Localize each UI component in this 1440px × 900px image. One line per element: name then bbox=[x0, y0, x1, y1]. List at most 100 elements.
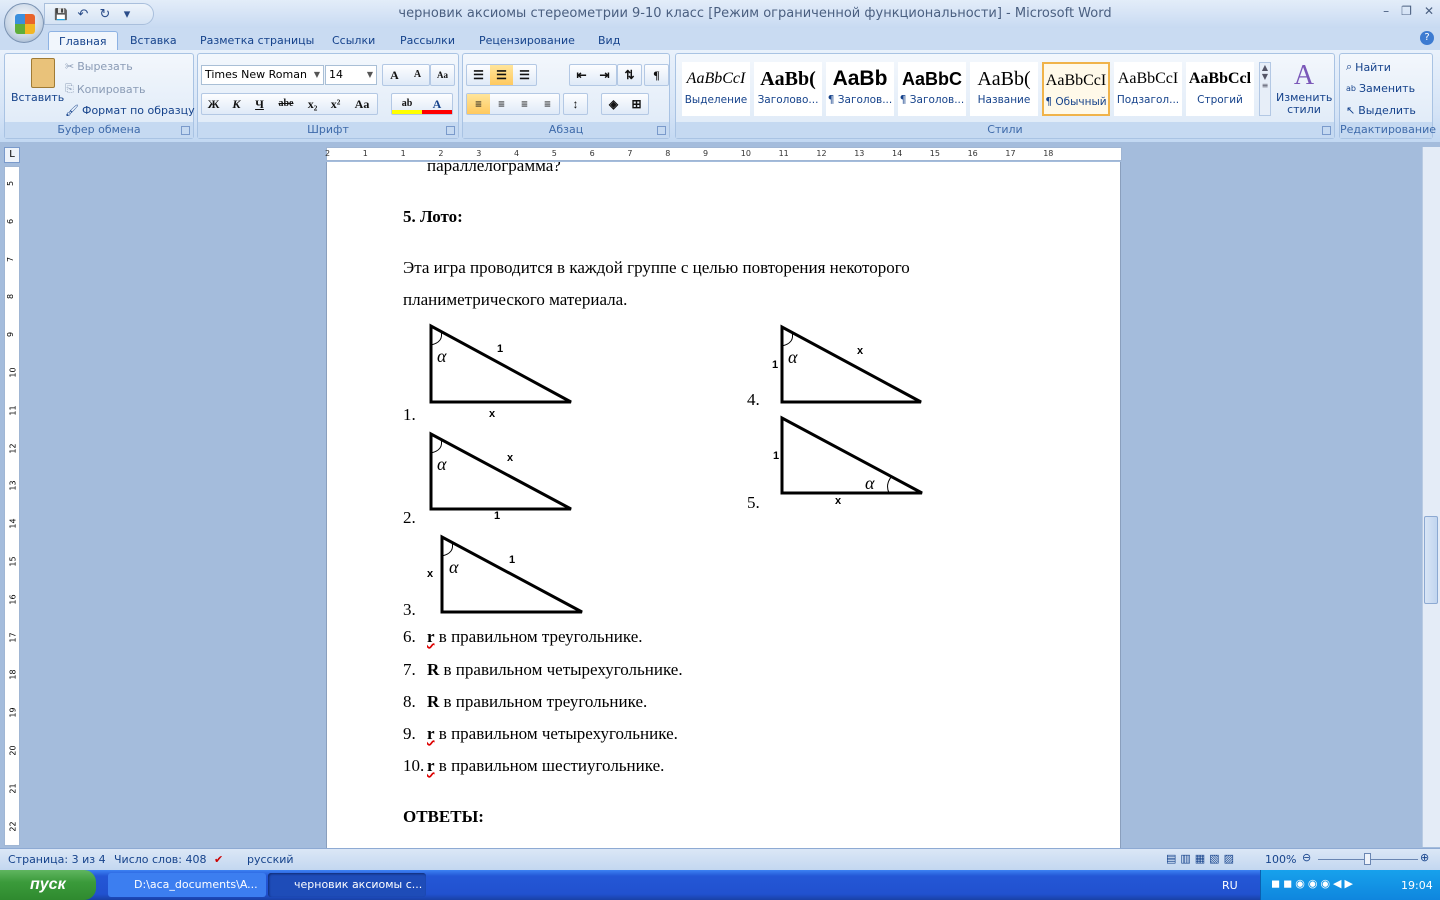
tab-view[interactable]: Вид bbox=[588, 31, 630, 50]
paragraph-launcher[interactable] bbox=[657, 126, 666, 135]
horizontal-ruler[interactable]: 2 1 1 2 3 4 5 6 7 8 9 10 11 12 13 14 15 16 17 18 bbox=[325, 147, 1122, 161]
sort-button[interactable]: ⇅ bbox=[617, 64, 642, 86]
tab-mailings[interactable]: Рассылки bbox=[390, 31, 465, 50]
styles-scroll[interactable]: ▲ ▼ ≡ bbox=[1259, 62, 1271, 116]
tab-page-layout[interactable]: Разметка страницы bbox=[190, 31, 324, 50]
subscript-button[interactable]: x₂ bbox=[301, 94, 324, 114]
ruler-tick: 6 bbox=[6, 218, 16, 224]
find-button[interactable]: ⌕ Найти bbox=[1346, 60, 1391, 74]
style-subtitle[interactable]: AaBbCcI Подзагол... bbox=[1114, 62, 1182, 116]
multilevel-list-button[interactable]: ☰ bbox=[513, 65, 536, 85]
justify-button[interactable]: ≡ bbox=[536, 94, 559, 114]
align-center-button[interactable]: ≡ bbox=[490, 94, 513, 114]
ruler-tick: 22 bbox=[8, 821, 18, 832]
style-heading[interactable]: AaBb(Заголово... bbox=[754, 62, 822, 116]
triangle-5 bbox=[780, 415, 923, 495]
taskbar-item-word[interactable]: черновик аксиомы с... bbox=[268, 873, 426, 897]
replace-button[interactable]: ab Заменить bbox=[1346, 82, 1415, 95]
tray-icons[interactable]: ◼◼◉◉◉◀▶ bbox=[1271, 877, 1356, 890]
triangle-4 bbox=[780, 324, 922, 404]
document-page[interactable]: параллелограмма? 5. Лото: Эта игра прово… bbox=[326, 162, 1121, 848]
style-strong[interactable]: AaBbCcl Строгий bbox=[1186, 62, 1254, 116]
styles-launcher[interactable] bbox=[1322, 126, 1331, 135]
font-launcher[interactable] bbox=[446, 126, 455, 135]
tab-home[interactable]: Главная bbox=[48, 31, 118, 50]
customize-qat-icon[interactable]: ▾ bbox=[119, 6, 135, 22]
copy-button[interactable]: ⎘ Копировать bbox=[65, 82, 146, 96]
style-normal[interactable]: AaBbCcI ¶ Обычный bbox=[1042, 62, 1110, 116]
taskbar-item-explorer[interactable]: D:\аса_documents\A... bbox=[108, 873, 266, 897]
change-case-button[interactable]: Aa bbox=[347, 94, 377, 114]
editing-group-label: Редактирование bbox=[1340, 122, 1436, 138]
word-count[interactable]: Число слов: 408 bbox=[114, 853, 207, 866]
help-icon[interactable]: ? bbox=[1420, 31, 1434, 45]
line-spacing-button[interactable]: ↕ bbox=[563, 93, 588, 115]
font-name-select[interactable]: Times New Roman ▼ bbox=[201, 65, 324, 85]
save-icon[interactable]: 💾 bbox=[53, 6, 69, 22]
indent-toolbar: ⇤ ⇥ bbox=[569, 64, 617, 86]
zoom-level[interactable]: 100% bbox=[1265, 853, 1296, 866]
vertical-scrollbar[interactable] bbox=[1422, 147, 1440, 847]
style-heading-2[interactable]: AaBbC ¶ Заголов... bbox=[898, 62, 966, 116]
window-title: черновик аксиомы стереометрии 9-10 класс… bbox=[398, 6, 1112, 21]
page-count[interactable]: Страница: 3 из 4 bbox=[8, 853, 106, 866]
decrease-indent-icon[interactable]: ⇤ bbox=[570, 65, 593, 85]
select-button[interactable]: ↖ Выделить bbox=[1346, 104, 1416, 117]
zoom-out-button[interactable]: ⊖ bbox=[1302, 851, 1311, 864]
align-right-button[interactable]: ≡ bbox=[513, 94, 536, 114]
clear-formatting-button[interactable]: Aa bbox=[430, 64, 455, 86]
bold-button[interactable]: Ж bbox=[202, 94, 225, 114]
vertical-ruler[interactable]: 5 6 7 8 9 10 11 12 13 14 15 16 17 18 19 20 21 22 bbox=[4, 166, 20, 846]
font-size-select[interactable]: 14 ▼ bbox=[325, 65, 377, 85]
zoom-in-button[interactable]: ⊕ bbox=[1420, 851, 1429, 864]
proofing-icon[interactable]: ✔ bbox=[214, 853, 223, 866]
ruler-tick: 16 bbox=[967, 149, 978, 158]
start-button[interactable]: пуск bbox=[0, 870, 96, 900]
paragraph-group-label: Абзац bbox=[463, 122, 669, 138]
minimize-button[interactable]: – bbox=[1383, 4, 1389, 18]
style-emphasis[interactable]: AaBbCcI Выделение bbox=[682, 62, 750, 116]
restore-button[interactable]: ❐ bbox=[1401, 4, 1412, 18]
shading-icon[interactable]: ◈ bbox=[602, 94, 625, 114]
language-bar[interactable]: RU bbox=[1222, 879, 1238, 892]
superscript-button[interactable]: x² bbox=[324, 94, 347, 114]
cut-button[interactable]: ✂ Вырезать bbox=[65, 60, 133, 73]
increase-indent-icon[interactable]: ⇥ bbox=[593, 65, 616, 85]
zoom-slider-thumb[interactable] bbox=[1364, 853, 1371, 865]
ruler-tick: 4 bbox=[514, 149, 520, 158]
ruler-tick: 8 bbox=[6, 294, 16, 300]
tab-selector-button[interactable]: L bbox=[4, 147, 20, 163]
office-button[interactable] bbox=[4, 3, 44, 43]
bullets-button[interactable]: ☰ bbox=[467, 65, 490, 85]
tab-references[interactable]: Ссылки bbox=[322, 31, 385, 50]
grow-font-button[interactable]: A bbox=[383, 65, 406, 85]
tab-insert[interactable]: Вставка bbox=[120, 31, 187, 50]
language-indicator[interactable]: русский bbox=[247, 853, 294, 866]
view-buttons[interactable]: ▤▥▦▧▨ bbox=[1166, 852, 1238, 865]
angle-arc-1 bbox=[430, 330, 442, 346]
change-styles-button[interactable]: A Изменить стили bbox=[1276, 60, 1332, 116]
tab-review[interactable]: Рецензирование bbox=[469, 31, 585, 50]
show-formatting-button[interactable]: ¶ bbox=[644, 64, 669, 86]
italic-button[interactable]: К bbox=[225, 94, 248, 114]
clipboard-launcher[interactable] bbox=[181, 126, 190, 135]
close-button[interactable]: ✕ bbox=[1424, 4, 1434, 18]
scissors-icon: ✂ bbox=[65, 60, 75, 73]
shrink-font-button[interactable]: A bbox=[406, 65, 429, 85]
redo-icon[interactable]: ↻ bbox=[97, 6, 113, 22]
align-left-button[interactable]: ≡ bbox=[467, 94, 490, 114]
font-color-button[interactable]: A bbox=[422, 94, 452, 114]
format-painter-button[interactable]: 🖌 Формат по образцу bbox=[65, 104, 195, 117]
style-title[interactable]: AaBb(Название bbox=[970, 62, 1038, 116]
strikethrough-button[interactable]: abe bbox=[271, 94, 301, 114]
paste-button[interactable]: Вставить bbox=[11, 58, 64, 104]
numbering-button[interactable]: ☰ bbox=[490, 65, 513, 85]
highlight-button[interactable]: ab bbox=[392, 94, 422, 114]
undo-icon[interactable]: ↶ bbox=[75, 6, 91, 22]
scrollbar-thumb[interactable] bbox=[1424, 516, 1438, 604]
clipboard-group-label: Буфер обмена bbox=[5, 122, 193, 138]
borders-icon[interactable]: ⊞ bbox=[625, 94, 648, 114]
underline-button[interactable]: Ч bbox=[248, 94, 271, 114]
style-heading-1[interactable]: AaBb ¶ Заголов... bbox=[826, 62, 894, 116]
quick-access-toolbar: 💾 ↶ ↻ ▾ bbox=[44, 3, 154, 25]
